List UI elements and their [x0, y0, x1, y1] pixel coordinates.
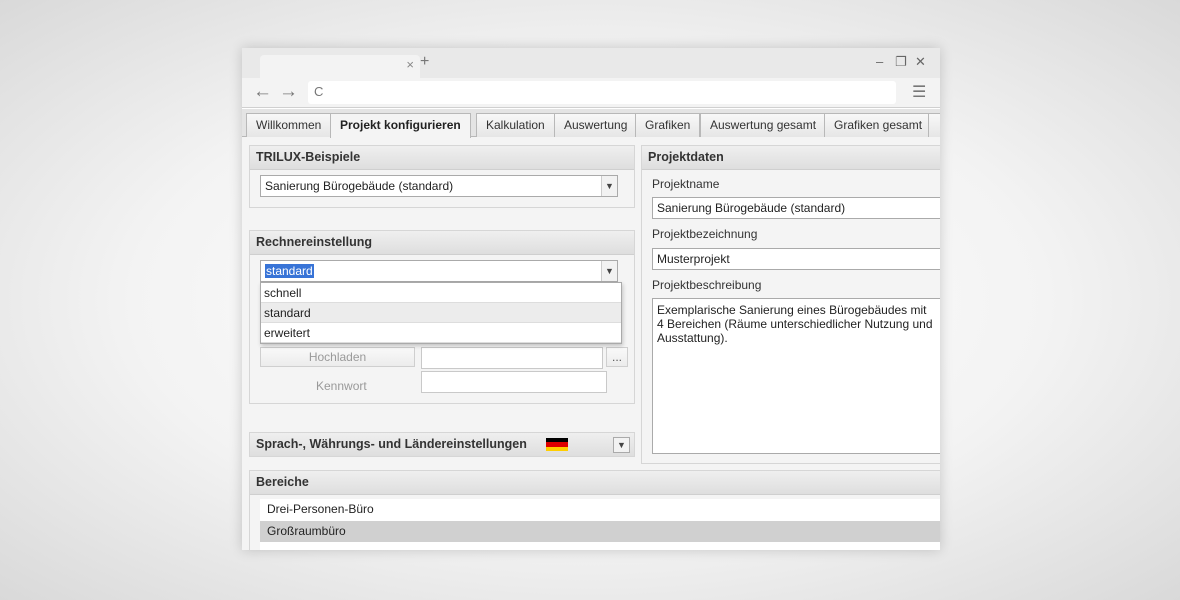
project-designation-label: Projektbezeichnung — [652, 227, 758, 241]
tab-willkommen[interactable]: Willkommen — [246, 113, 332, 137]
project-designation-input[interactable]: Musterprojekt — [652, 248, 940, 270]
chevron-down-icon: ▼ — [601, 176, 617, 196]
project-description-textarea[interactable]: Exemplarische Sanierung eines Bürogebäud… — [652, 298, 940, 454]
restore-icon[interactable]: ❐ — [895, 54, 907, 70]
tab-grafiken-gesamt[interactable]: Grafiken gesamt — [824, 113, 933, 137]
tab-auswertung-gesamt[interactable]: Auswertung gesamt — [700, 113, 827, 137]
dropdown-option-erweitert[interactable]: erweitert — [261, 323, 621, 343]
chevron-down-icon: ▼ — [601, 261, 617, 281]
calculator-select[interactable]: standard ▼ — [260, 260, 618, 282]
calculator-dropdown: schnell standard erweitert — [260, 282, 622, 344]
browser-toolbar: ← → C ☰ — [242, 78, 940, 108]
close-tab-icon[interactable]: × — [406, 57, 414, 72]
german-flag-icon[interactable] — [546, 438, 568, 451]
project-title: Projektdaten — [642, 146, 940, 170]
project-description-label: Projektbeschreibung — [652, 278, 762, 292]
app-tabs: Willkommen Projekt konfigurieren Kalkula… — [242, 109, 940, 138]
browse-button[interactable]: ... — [606, 347, 628, 367]
password-field[interactable] — [421, 371, 607, 393]
areas-list: Drei-Personen-Büro Großraumbüro — [260, 499, 940, 550]
tab-grafiken[interactable]: Grafiken — [635, 113, 701, 137]
menu-icon[interactable]: ☰ — [912, 82, 926, 102]
locale-toggle[interactable]: ▼ — [613, 437, 630, 453]
forward-icon[interactable]: → — [279, 81, 298, 103]
back-icon[interactable]: ← — [253, 81, 272, 103]
tab-auswertung[interactable]: Auswertung — [554, 113, 638, 137]
upload-button[interactable]: Hochladen — [260, 347, 415, 367]
examples-title: TRILUX-Beispiele — [250, 146, 634, 170]
locale-panel: Sprach-, Währungs- und Ländereinstellung… — [249, 432, 635, 457]
close-window-icon[interactable]: ✕ — [915, 54, 926, 70]
browser-tab[interactable]: × — [260, 55, 420, 78]
calculator-selected-value: standard — [265, 264, 314, 278]
list-item[interactable]: Drei-Personen-Büro — [260, 499, 940, 520]
calculator-title: Rechnereinstellung — [250, 231, 634, 255]
tab-overflow[interactable] — [928, 113, 940, 137]
password-label: Kennwort — [316, 379, 367, 393]
chevron-down-icon: ▼ — [614, 438, 629, 452]
list-item[interactable]: Großraumbüro — [260, 521, 940, 542]
tab-projekt-konfigurieren[interactable]: Projekt konfigurieren — [330, 113, 471, 138]
reload-icon[interactable]: C — [314, 84, 323, 99]
new-tab-icon[interactable]: + — [420, 53, 429, 71]
dropdown-option-schnell[interactable]: schnell — [261, 283, 621, 303]
examples-select[interactable]: Sanierung Bürogebäude (standard) ▼ — [260, 175, 618, 197]
examples-selected-value: Sanierung Bürogebäude (standard) — [265, 179, 454, 193]
upload-file-field[interactable] — [421, 347, 603, 369]
locale-title: Sprach-, Währungs- und Ländereinstellung… — [250, 433, 634, 456]
title-bar: × + – ❐ ✕ — [242, 48, 940, 78]
minimize-icon[interactable]: – — [876, 54, 883, 69]
flag-stripe-bottom — [546, 446, 568, 451]
address-bar[interactable] — [308, 81, 896, 104]
areas-title: Bereiche — [250, 471, 940, 495]
project-name-input[interactable]: Sanierung Bürogebäude (standard) — [652, 197, 940, 219]
tab-kalkulation[interactable]: Kalkulation — [476, 113, 555, 137]
project-name-label: Projektname — [652, 177, 720, 191]
dropdown-option-standard[interactable]: standard — [261, 303, 621, 323]
